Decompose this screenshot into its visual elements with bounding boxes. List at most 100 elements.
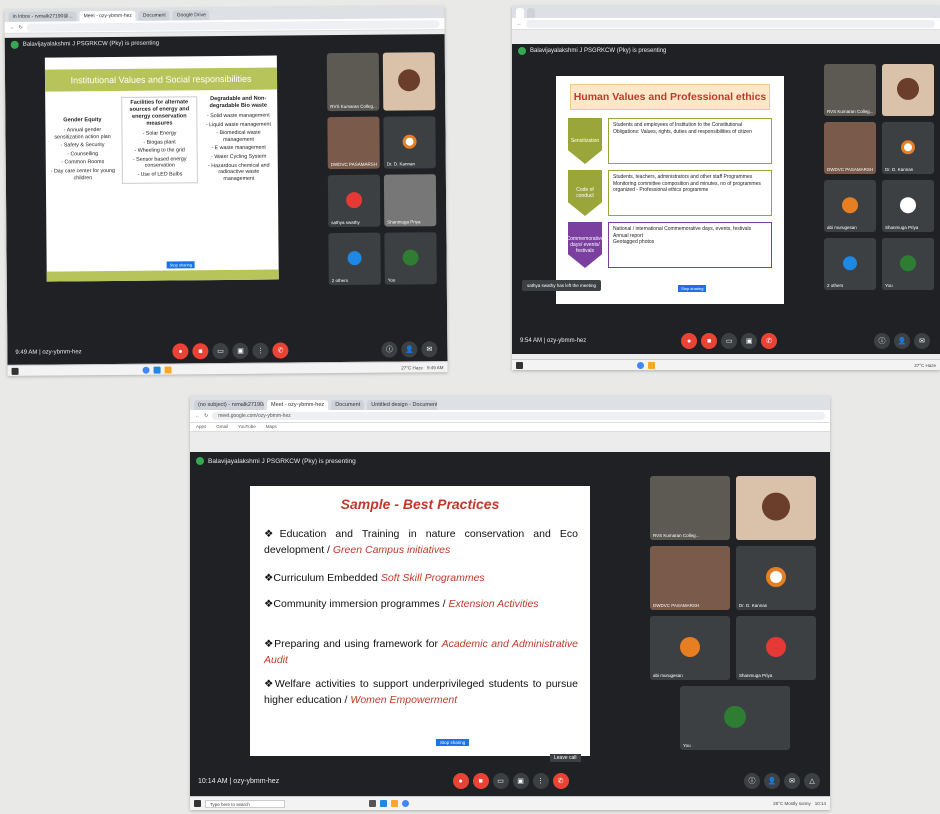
url-field[interactable]: meet.google.com/ozy-ybmm-hez [212, 412, 825, 420]
tab[interactable] [516, 8, 524, 18]
bullet-text: Community immersion programmes / [273, 598, 449, 610]
info-icon[interactable]: ⓘ [381, 341, 398, 358]
participant-avatar [843, 256, 857, 271]
participant-tile: Shanmuga Priya [736, 616, 816, 680]
participant-name: DWDVC PASAMARSH [827, 167, 874, 172]
windows-start-icon[interactable] [11, 367, 19, 375]
tab[interactable]: Meet - ozy-ybmm-hez [79, 10, 136, 22]
present-icon[interactable]: ▣ [512, 773, 529, 789]
participant-tile [882, 64, 934, 116]
participant-tile [382, 52, 436, 111]
bullet-emphasis: Soft Skill Programmes [380, 572, 485, 584]
address-bar: ← [512, 18, 940, 30]
chrome-icon[interactable] [402, 800, 409, 807]
tab[interactable]: Meet - ozy-ybmm-hez [267, 400, 329, 410]
captions-icon[interactable]: ▭ [721, 333, 738, 349]
stop-sharing-button[interactable]: Stop sharing [436, 739, 470, 746]
back-icon[interactable]: ← [10, 24, 15, 30]
column-item: - E waste management [211, 145, 266, 152]
leave-call-icon[interactable]: ✆ [552, 773, 569, 789]
captions-icon[interactable]: ▭ [492, 773, 509, 789]
windows-start-icon[interactable] [194, 800, 201, 807]
tab[interactable]: Document [138, 10, 170, 21]
participant-avatar [766, 637, 786, 657]
column-item: - Safety & Security [60, 142, 105, 149]
tab[interactable]: Untitled design - Document [367, 400, 438, 410]
url-field[interactable] [26, 19, 440, 32]
info-icon[interactable]: ⓘ [744, 773, 761, 789]
camera-off-icon[interactable]: ■ [701, 333, 718, 349]
presenter-text: Balavijayalakshmi J PSGRKCW (Pky) is pre… [208, 457, 356, 465]
bookmark[interactable]: Apps [196, 424, 206, 430]
people-icon[interactable]: 👤 [764, 773, 781, 789]
camera-off-icon[interactable]: ■ [472, 773, 489, 789]
mic-off-icon[interactable]: ● [172, 343, 189, 360]
participant-name: RVS Kumaran Colleg... [653, 533, 700, 538]
stop-sharing-button[interactable]: Stop sharing [166, 261, 196, 269]
meet-window: Balavijayalakshmi J PSGRKCW (Pky) is pre… [4, 34, 448, 366]
column-item: - Sensor based energy conservation [132, 156, 187, 170]
activities-icon[interactable]: △ [804, 773, 821, 789]
folder-icon[interactable] [648, 361, 655, 369]
camera-off-icon[interactable]: ■ [192, 343, 209, 360]
chat-icon[interactable]: ✉ [914, 333, 931, 349]
call-controls: 9:54 AM | ozy-ybmm-hez ● ■ ▭ ▣ ✆ ⓘ 👤 ✉ [512, 328, 940, 354]
participant-name: You [387, 277, 396, 283]
bookmark[interactable]: Maps [266, 424, 277, 430]
present-icon[interactable]: ▣ [232, 342, 249, 359]
mic-off-icon[interactable]: ● [452, 773, 469, 789]
column-item: - Biogas plant [143, 138, 176, 146]
tab[interactable]: Document [331, 400, 365, 410]
url-field[interactable] [526, 19, 935, 28]
people-icon[interactable]: 👤 [401, 341, 418, 358]
shared-slide: Human Values and Professional ethics Sen… [556, 76, 784, 304]
participant-tile: RVS Kumaran Colleg... [326, 52, 380, 112]
back-icon[interactable]: ← [517, 21, 522, 27]
participant-name: RVS Kumaran Colleg... [827, 109, 874, 114]
weather-text: 27°C Haze [914, 362, 936, 368]
task-view-icon[interactable] [369, 800, 376, 807]
reload-icon[interactable]: ↻ [204, 413, 208, 419]
chrome-icon[interactable] [637, 361, 644, 369]
leave-call-icon[interactable]: ✆ [272, 342, 289, 359]
column-item: - Hazardous chemical and radioactive was… [207, 162, 270, 182]
present-icon[interactable]: ▣ [741, 333, 758, 349]
taskbar: Type here to search 28°C Mostly sunny 10… [190, 796, 830, 810]
leave-call-tooltip: Leave call [550, 754, 581, 762]
tab[interactable]: In Inbox - rvmalk27190@... [8, 11, 77, 22]
chrome-icon[interactable] [142, 366, 150, 374]
self-avatar [402, 249, 419, 266]
reload-icon[interactable]: ↻ [19, 24, 23, 30]
participant-avatar [900, 197, 916, 214]
more-options-icon[interactable]: ⋮ [252, 342, 269, 359]
folder-icon[interactable] [164, 365, 172, 374]
row-item: Students and employees of Institution to… [613, 122, 752, 135]
call-controls: 10:14 AM | ozy-ybmm-hez ● ■ ▭ ▣ ⋮ ✆ ⓘ 👤 … [190, 766, 830, 796]
self-avatar [724, 705, 746, 728]
participant-tile: You [680, 686, 790, 750]
edge-icon[interactable] [380, 800, 387, 807]
search-box[interactable]: Type here to search [205, 799, 285, 808]
bookmark[interactable]: Gmail [216, 424, 228, 430]
participant-tile: DWDVC PASAMARSH [824, 122, 876, 174]
edge-icon[interactable] [153, 366, 161, 374]
tab[interactable]: (no subject) - rvmalk27190@gm... [194, 400, 264, 410]
mic-off-icon[interactable]: ● [681, 333, 698, 349]
windows-start-icon[interactable] [516, 361, 523, 369]
column-item: - Biomedical waste management [216, 129, 261, 143]
captions-icon[interactable]: ▭ [212, 342, 229, 360]
tab[interactable] [527, 8, 535, 18]
chat-icon[interactable]: ✉ [784, 773, 801, 789]
leave-call-icon[interactable]: ✆ [761, 333, 778, 349]
bookmark[interactable]: YouTube [238, 424, 256, 430]
participant-tile: RVS Kumaran Colleg... [824, 64, 876, 116]
participant-name: abi murugesan [653, 673, 683, 678]
stop-sharing-button[interactable]: Stop sharing [678, 285, 707, 292]
info-icon[interactable]: ⓘ [874, 333, 891, 349]
folder-icon[interactable] [391, 800, 398, 807]
more-options-icon[interactable]: ⋮ [532, 773, 549, 789]
tab[interactable]: Google Drive [172, 10, 210, 21]
chat-icon[interactable]: ✉ [421, 341, 438, 358]
back-icon[interactable]: ← [195, 413, 200, 419]
people-icon[interactable]: 👤 [894, 333, 911, 349]
